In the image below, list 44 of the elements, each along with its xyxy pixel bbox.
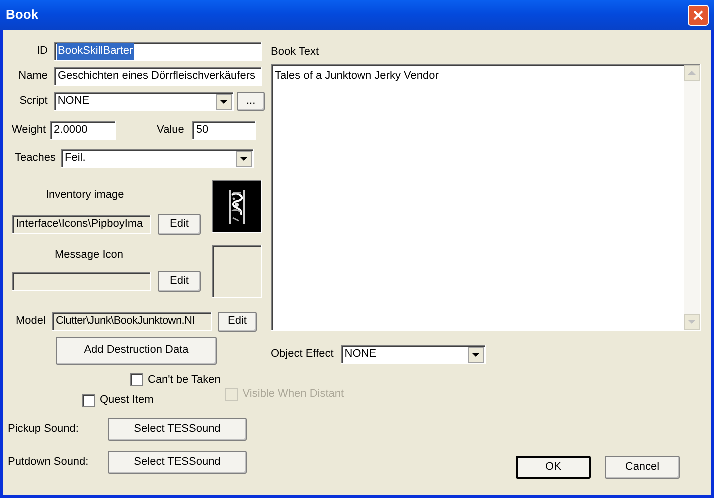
browse-button[interactable]: ... xyxy=(237,92,265,111)
edit-button[interactable]: Edit xyxy=(158,214,201,234)
id-field[interactable]: BookSkillBarter xyxy=(54,42,262,61)
edit-button[interactable]: Edit xyxy=(158,271,201,292)
window-title: Book xyxy=(6,6,40,24)
inventory-image-path-field[interactable]: Interface\Icons\PipboyIma xyxy=(12,214,151,234)
model-path-field[interactable]: Clutter\Junk\BookJunktown.NI xyxy=(52,312,212,331)
edit-button[interactable]: Edit xyxy=(218,312,257,332)
name-field[interactable]: Geschichten eines Dörrfleischverkäufers xyxy=(54,67,262,86)
ok-button[interactable]: OK xyxy=(516,456,591,478)
book-text: Tales of a Junktown Jerky Vendor xyxy=(274,68,440,84)
field-label: Object Effect xyxy=(271,347,334,362)
message-icon-path-field[interactable] xyxy=(12,272,151,291)
field-label: Name xyxy=(18,69,48,84)
field-label: Value xyxy=(157,123,184,138)
add-destruction-data-button[interactable]: Add Destruction Data xyxy=(56,336,217,364)
field-label: ID xyxy=(36,44,48,60)
close-button[interactable] xyxy=(688,4,709,26)
select-sound-button[interactable]: Select TESSound xyxy=(108,418,247,440)
checkbox[interactable] xyxy=(130,373,143,386)
object-effect-dropdown[interactable]: NONE xyxy=(340,345,486,364)
checkbox[interactable] xyxy=(82,394,95,407)
field-label: Putdown Sound: xyxy=(8,454,90,470)
cancel-button[interactable]: Cancel xyxy=(605,456,680,478)
field-label: Pickup Sound: xyxy=(8,422,80,437)
book-text-area[interactable]: Tales of a Junktown Jerky Vendor xyxy=(271,64,701,330)
field-label: Model xyxy=(16,314,46,330)
field-label: Teaches xyxy=(15,151,56,166)
close-icon xyxy=(693,10,704,20)
checkbox-label: Can't be Taken xyxy=(148,372,221,388)
scroll-up-icon xyxy=(684,64,700,80)
checkbox-label: Quest Item xyxy=(100,393,154,408)
field-label: Weight xyxy=(12,123,46,138)
weight-field[interactable]: 2.0000 xyxy=(50,121,116,140)
field-label: Inventory image xyxy=(46,188,126,203)
checkbox-label: Visible When Distant xyxy=(242,387,344,402)
value-field[interactable]: 50 xyxy=(192,121,256,140)
field-label: Book Text xyxy=(271,45,320,60)
select-sound-button[interactable]: Select TESSound xyxy=(108,450,247,474)
teaches-dropdown[interactable]: Feil. xyxy=(60,149,254,168)
field-label: Message Icon xyxy=(55,248,124,262)
scroll-down-icon xyxy=(684,314,700,330)
field-label: Script xyxy=(18,94,48,110)
script-dropdown[interactable]: NONE xyxy=(54,92,234,111)
